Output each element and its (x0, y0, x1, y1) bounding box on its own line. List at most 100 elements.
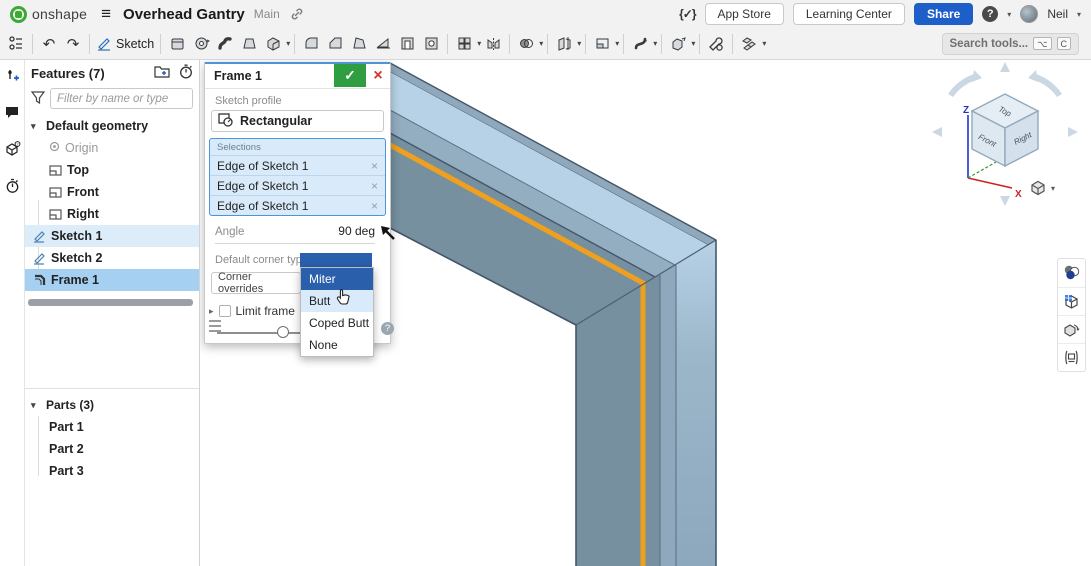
selection-item[interactable]: Edge of Sketch 1 × (210, 175, 385, 195)
tree-item-sketch-2[interactable]: Sketch 2 (25, 247, 199, 269)
hole-icon[interactable] (419, 31, 443, 57)
learning-center-button[interactable]: Learning Center (793, 3, 905, 25)
mirror-icon[interactable] (481, 31, 505, 57)
shell-icon[interactable] (395, 31, 419, 57)
rollback-bar[interactable] (28, 299, 193, 306)
onshape-logo-text[interactable]: onshape (32, 6, 87, 22)
chamfer-icon[interactable] (323, 31, 347, 57)
share-button[interactable]: Share (914, 3, 973, 25)
appearance-icon[interactable] (1058, 259, 1085, 287)
corner-type-select[interactable] (300, 253, 372, 267)
frame-dropdown-caret[interactable]: ▾ (762, 39, 766, 48)
frame-tools-icon[interactable] (737, 31, 761, 57)
sweep-icon[interactable] (213, 31, 237, 57)
comments-icon[interactable] (4, 105, 20, 125)
tree-item-sketch-1[interactable]: Sketch 1 (25, 225, 199, 247)
named-views-icon[interactable] (1058, 287, 1085, 315)
selection-item[interactable]: Edge of Sketch 1 × (210, 195, 385, 215)
extrude-icon[interactable] (165, 31, 189, 57)
feature-history-icon[interactable] (179, 64, 193, 82)
search-tools-box[interactable]: Search tools... ⌥ C (942, 33, 1079, 55)
dialog-grip-icon[interactable] (209, 320, 221, 332)
measure-icon[interactable] (1058, 343, 1085, 371)
transform-icon[interactable] (666, 31, 690, 57)
selections-box[interactable]: Selections Edge of Sketch 1 × Edge of Sk… (209, 138, 386, 216)
rib-icon[interactable] (371, 31, 395, 57)
insert-tab-icon[interactable] (5, 68, 20, 89)
view-mode-selector[interactable]: ▾ (1028, 178, 1055, 198)
sketch-button[interactable]: Sketch (94, 31, 156, 57)
helix-dropdown-caret[interactable]: ▾ (653, 39, 657, 48)
view-mode-caret-icon[interactable]: ▾ (1051, 184, 1055, 193)
undo-button[interactable]: ↶ (37, 31, 61, 57)
tree-item-front-plane[interactable]: Front (25, 181, 199, 203)
tree-item-default-geometry[interactable]: ▾ Default geometry (25, 115, 199, 137)
parts-help-icon[interactable]: ? (4, 141, 21, 162)
revolve-icon[interactable] (189, 31, 213, 57)
help-caret-icon[interactable]: ▾ (1007, 10, 1011, 19)
user-avatar[interactable] (1020, 5, 1038, 23)
plane-dropdown-caret[interactable]: ▾ (615, 39, 619, 48)
tree-item-part-3[interactable]: Part 3 (25, 460, 199, 482)
helix-icon[interactable] (628, 31, 652, 57)
option-none[interactable]: None (301, 334, 373, 356)
boolean-icon[interactable] (514, 31, 538, 57)
share-link-icon[interactable] (290, 7, 304, 21)
draft-icon[interactable] (347, 31, 371, 57)
document-menu-icon[interactable]: ≡ (101, 4, 111, 24)
chevron-down-icon[interactable]: ▾ (31, 400, 41, 411)
chevron-right-icon[interactable]: ▸ (209, 306, 214, 317)
loft-icon[interactable] (237, 31, 261, 57)
linear-pattern-icon[interactable] (452, 31, 476, 57)
confirm-button[interactable]: ✓ (334, 64, 366, 87)
limit-frame-row[interactable]: ▸ Limit frame (209, 304, 295, 318)
section-view-icon[interactable] (1058, 315, 1085, 343)
remove-selection-icon[interactable]: × (371, 199, 378, 213)
workspace-name[interactable]: Main (254, 7, 280, 21)
modify-tools-icon[interactable] (704, 31, 728, 57)
remove-selection-icon[interactable]: × (371, 159, 378, 173)
app-store-button[interactable]: App Store (705, 3, 784, 25)
split-icon[interactable] (552, 31, 576, 57)
flip-direction-arrow-icon[interactable] (379, 224, 397, 245)
chevron-down-icon[interactable]: ▾ (31, 121, 41, 132)
tree-item-top-plane[interactable]: Top (25, 159, 199, 181)
option-miter[interactable]: Miter (301, 268, 373, 290)
angle-field[interactable]: Angle 90 deg (215, 224, 375, 244)
thicken-dropdown-caret[interactable]: ▾ (286, 39, 290, 48)
selection-item[interactable]: Edge of Sketch 1 × (210, 155, 385, 175)
cancel-button[interactable]: × (366, 65, 390, 88)
limit-frame-checkbox[interactable] (219, 305, 231, 317)
redo-button[interactable]: ↷ (61, 31, 85, 57)
new-folder-icon[interactable] (154, 64, 170, 82)
tree-item-part-2[interactable]: Part 2 (25, 438, 199, 460)
fillet-icon[interactable] (299, 31, 323, 57)
tree-item-right-plane[interactable]: Right (25, 203, 199, 225)
history-icon[interactable] (5, 178, 20, 199)
angle-value[interactable]: 90 deg (338, 224, 375, 238)
help-icon[interactable]: ? (982, 6, 998, 22)
option-coped-butt[interactable]: Coped Butt (301, 312, 373, 334)
user-name[interactable]: Neil (1047, 7, 1068, 21)
transform-dropdown-caret[interactable]: ▾ (691, 39, 695, 48)
feature-list-toggle-icon[interactable] (4, 31, 28, 57)
option-butt[interactable]: Butt (301, 290, 373, 312)
remove-selection-icon[interactable]: × (371, 179, 378, 193)
filter-icon[interactable] (31, 91, 45, 107)
user-caret-icon[interactable]: ▾ (1077, 10, 1081, 19)
split-dropdown-caret[interactable]: ▾ (577, 39, 581, 48)
view-cube[interactable]: Z X Top Front Right (930, 60, 1090, 210)
boolean-dropdown-caret[interactable]: ▾ (539, 39, 543, 48)
featurescript-icon[interactable]: {✓} (679, 7, 695, 21)
plane-icon-toolbar[interactable] (590, 31, 614, 57)
parts-header[interactable]: ▾ Parts (3) (25, 394, 199, 416)
dialog-help-icon[interactable]: ? (381, 322, 394, 335)
onshape-logo-icon[interactable] (10, 6, 27, 23)
corner-overrides-button[interactable]: Corner overrides (211, 272, 301, 294)
profile-select[interactable]: Rectangular (211, 110, 384, 132)
graphics-viewport[interactable]: Z X Top Front Right ▾ (200, 60, 1091, 566)
tree-item-part-1[interactable]: Part 1 (25, 416, 199, 438)
slider-handle[interactable] (277, 326, 289, 338)
filter-input[interactable] (50, 88, 193, 109)
thicken-icon[interactable] (261, 31, 285, 57)
